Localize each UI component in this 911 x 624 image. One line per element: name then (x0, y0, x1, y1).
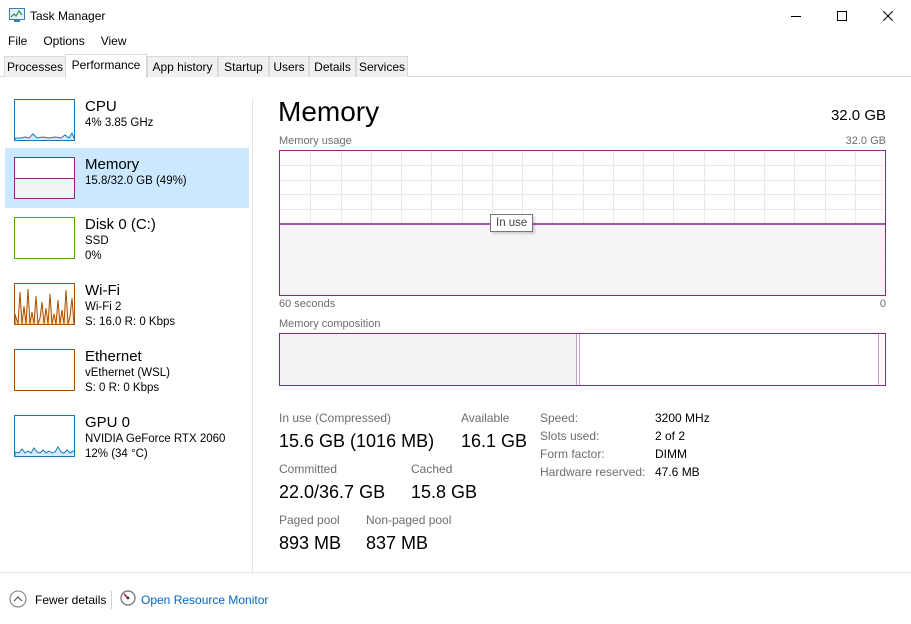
resource-name: GPU 0 (85, 414, 131, 431)
fewer-details-button[interactable]: Fewer details (35, 593, 106, 607)
memory-usage-graph (279, 150, 886, 296)
cpu-thumbnail-graph (14, 99, 75, 141)
resource-detail: Wi-Fi 2 (85, 301, 122, 313)
composition-label: Memory composition (279, 318, 381, 330)
resource-name: Ethernet (85, 348, 142, 365)
tab-services[interactable]: Services (356, 56, 408, 77)
resource-item-disk[interactable]: Disk 0 (C:) SSD 0% (5, 208, 249, 268)
committed-value: 22.0/36.7 GB (279, 482, 386, 502)
usage-fill (280, 224, 885, 295)
form-factor-value: DIMM (655, 447, 687, 461)
resource-item-ethernet[interactable]: Ethernet vEthernet (WSL) S: 0 R: 0 Kbps (5, 340, 249, 400)
chevron-up-circle-icon[interactable] (9, 590, 27, 608)
resource-detail: 0% (85, 250, 102, 262)
maximize-button[interactable] (819, 0, 865, 31)
ethernet-thumbnail-graph (14, 349, 75, 391)
minimize-icon (791, 15, 801, 17)
task-manager-icon (9, 8, 25, 22)
tab-processes[interactable]: Processes (4, 56, 66, 77)
resource-detail: NVIDIA GeForce RTX 2060 (85, 433, 226, 445)
resource-detail: S: 0 R: 0 Kbps (85, 382, 160, 394)
paged-pool-label: Paged pool (279, 513, 340, 527)
resource-detail: 12% (34 °C) (85, 448, 148, 460)
minimize-button[interactable] (773, 0, 819, 31)
non-paged-pool-value: 837 MB (366, 533, 429, 553)
close-button[interactable] (865, 0, 911, 31)
resource-detail: 15.8/32.0 GB (49%) (85, 175, 187, 187)
cached-value: 15.8 GB (411, 482, 478, 502)
resource-item-memory[interactable]: Memory 15.8/32.0 GB (49%) (5, 148, 249, 208)
memory-thumbnail-graph (14, 157, 75, 199)
in-use-value: 15.6 GB (1016 MB) (279, 431, 435, 451)
resource-name: Wi-Fi (85, 282, 120, 299)
resource-item-cpu[interactable]: CPU 4% 3.85 GHz (5, 90, 249, 150)
paged-pool-value: 893 MB (279, 533, 342, 553)
tab-details[interactable]: Details (309, 56, 356, 77)
tab-performance[interactable]: Performance (65, 54, 147, 78)
menu-file[interactable]: File (0, 31, 35, 51)
close-icon (883, 10, 893, 21)
tab-strip: Processes Performance App history Startu… (0, 54, 911, 78)
panel-divider (252, 98, 253, 572)
speed-label: Speed: (540, 411, 579, 425)
open-resource-monitor-link[interactable]: Open Resource Monitor (141, 593, 268, 607)
resource-name: Disk 0 (C:) (85, 216, 156, 233)
footer-bar: Fewer details Open Resource Monitor (0, 572, 911, 624)
tab-users[interactable]: Users (269, 56, 309, 77)
cached-label: Cached (411, 462, 453, 476)
tab-app-history[interactable]: App history (147, 56, 218, 77)
available-label: Available (461, 411, 510, 425)
maximize-icon (837, 10, 847, 21)
resource-list: CPU 4% 3.85 GHz Memory 15.8/32.0 GB (49%… (0, 78, 253, 572)
tab-startup[interactable]: Startup (218, 56, 269, 77)
available-value: 16.1 GB (461, 431, 528, 451)
time-axis-end: 0 (879, 298, 886, 310)
slots-used-label: Slots used: (540, 429, 600, 443)
speed-value: 3200 MHz (655, 411, 710, 425)
resource-name: CPU (85, 98, 117, 115)
usage-graph-max: 32.0 GB (845, 135, 886, 147)
in-use-label: In use (Compressed) (279, 411, 392, 425)
wifi-thumbnail-graph (14, 283, 75, 325)
menu-bar: File Options View (0, 31, 135, 51)
composition-in-use (280, 334, 576, 385)
detail-total: 32.0 GB (830, 107, 886, 124)
resource-name: Memory (85, 156, 140, 173)
memory-composition-bar (279, 333, 886, 386)
title-bar: Task Manager (0, 0, 911, 31)
menu-view[interactable]: View (93, 31, 135, 51)
committed-label: Committed (279, 462, 338, 476)
detail-title: Memory (278, 96, 380, 127)
hardware-reserved-value: 47.6 MB (655, 465, 700, 479)
window-title: Task Manager (30, 9, 106, 23)
resource-detail: S: 16.0 R: 0 Kbps (85, 316, 176, 328)
resource-item-wifi[interactable]: Wi-Fi Wi-Fi 2 S: 16.0 R: 0 Kbps (5, 274, 249, 334)
usage-graph-label: Memory usage (279, 135, 352, 147)
menu-options[interactable]: Options (35, 31, 92, 51)
time-axis-start: 60 seconds (279, 298, 336, 310)
hardware-reserved-label: Hardware reserved: (540, 465, 646, 479)
resource-monitor-icon[interactable] (120, 590, 136, 606)
resource-item-gpu[interactable]: GPU 0 NVIDIA GeForce RTX 2060 12% (34 °C… (5, 406, 249, 466)
disk-thumbnail-graph (14, 217, 75, 259)
non-paged-pool-label: Non-paged pool (366, 513, 452, 527)
footer-separator (111, 591, 112, 609)
form-factor-label: Form factor: (540, 447, 605, 461)
resource-detail: vEthernet (WSL) (85, 367, 170, 379)
resource-detail: SSD (85, 235, 109, 247)
slots-used-value: 2 of 2 (655, 429, 686, 443)
resource-detail: 4% 3.85 GHz (85, 117, 154, 129)
in-use-tooltip: In use (490, 214, 534, 232)
gpu-thumbnail-graph (14, 415, 75, 457)
